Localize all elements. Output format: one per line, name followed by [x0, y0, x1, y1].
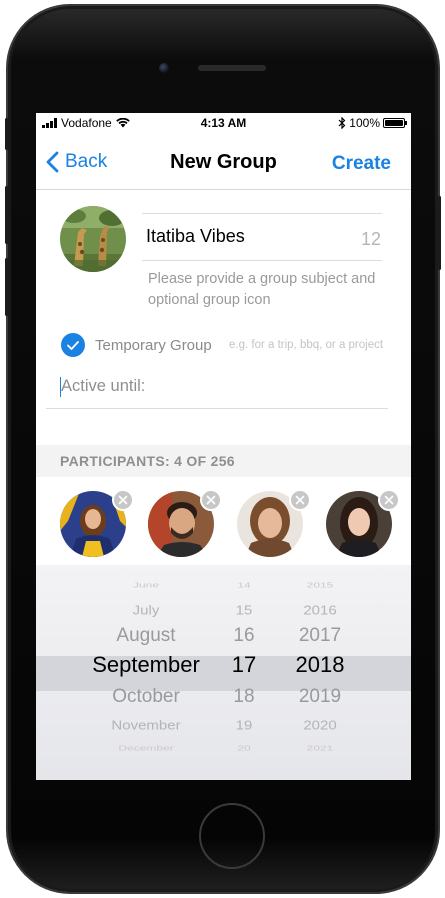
picker-option[interactable]: October — [66, 686, 226, 708]
temporary-group-checkbox[interactable] — [61, 333, 85, 357]
picker-option[interactable]: December — [66, 744, 226, 752]
temporary-group-hint: e.g. for a trip, bbq, or a project — [229, 339, 384, 351]
earpiece-speaker — [198, 65, 266, 71]
picker-option[interactable]: 19 — [224, 718, 264, 732]
create-button[interactable]: Create — [332, 153, 391, 175]
remove-participant-button[interactable] — [200, 489, 222, 511]
picker-option[interactable]: 2017 — [280, 625, 360, 647]
active-until-field[interactable]: Active until: — [61, 377, 145, 396]
participants-header: PARTICIPANTS: 4 OF 256 — [36, 445, 411, 477]
group-subject-input[interactable]: Itatiba Vibes — [146, 226, 245, 247]
picker-option[interactable]: 2019 — [280, 686, 360, 708]
volume-down-button — [5, 258, 8, 316]
picker-option[interactable]: 15 — [224, 603, 264, 617]
divider — [142, 260, 382, 261]
picker-option[interactable]: 17 — [224, 652, 264, 678]
picker-option[interactable]: 20 — [224, 744, 264, 752]
status-bar: Vodafone 4:13 AM 100% — [36, 113, 411, 133]
participant-item[interactable] — [60, 489, 134, 557]
picker-option[interactable]: 16 — [224, 625, 264, 647]
picker-option[interactable]: 2016 — [280, 603, 360, 617]
picker-option[interactable]: July — [66, 603, 226, 617]
remove-participant-button[interactable] — [378, 489, 400, 511]
participant-item[interactable] — [326, 489, 400, 557]
group-icon-button[interactable] — [60, 206, 126, 272]
front-camera — [159, 63, 169, 73]
participants-count: PARTICIPANTS: 4 OF 256 — [60, 453, 235, 469]
giraffe-photo-icon — [60, 206, 126, 272]
navigation-bar: Back New Group Create — [36, 133, 411, 190]
temporary-group-label: Temporary Group — [95, 337, 212, 354]
status-right: 100% — [338, 116, 407, 130]
day-column[interactable]: 14 15 16 17 18 19 20 — [224, 565, 264, 780]
close-icon — [118, 495, 128, 505]
picker-option[interactable]: 2015 — [280, 581, 360, 589]
home-button[interactable] — [199, 803, 265, 869]
picker-option[interactable]: 2021 — [280, 744, 360, 752]
date-picker[interactable]: June July August September October November De… — [36, 565, 411, 780]
battery-icon — [383, 118, 407, 128]
screen: Vodafone 4:13 AM 100% Back New Group Cre… — [36, 113, 411, 780]
close-icon — [384, 495, 394, 505]
bluetooth-icon — [338, 117, 346, 129]
group-subject-hint: Please provide a group subject and optio… — [148, 271, 376, 308]
picker-option[interactable]: 18 — [224, 686, 264, 708]
year-column[interactable]: 2015 2016 2017 2018 2019 2020 2021 — [280, 565, 360, 780]
volume-up-button — [5, 186, 8, 244]
picker-option[interactable]: 2018 — [280, 652, 360, 678]
battery-percent: 100% — [349, 116, 380, 130]
picker-option[interactable]: 2020 — [280, 718, 360, 732]
remove-participant-button[interactable] — [112, 489, 134, 511]
picker-option[interactable]: September — [66, 652, 226, 678]
picker-option[interactable]: June — [66, 581, 226, 589]
close-icon — [206, 495, 216, 505]
checkmark-icon — [67, 341, 79, 350]
picker-option[interactable]: 14 — [224, 581, 264, 589]
picker-option[interactable]: November — [66, 718, 226, 732]
power-button — [438, 196, 441, 270]
picker-option[interactable]: August — [66, 625, 226, 647]
participant-item[interactable] — [148, 489, 222, 557]
subject-char-count: 12 — [360, 229, 381, 249]
month-column[interactable]: June July August September October November De… — [66, 565, 226, 780]
remove-participant-button[interactable] — [289, 489, 311, 511]
divider — [142, 213, 382, 214]
mute-switch — [5, 118, 8, 150]
close-icon — [295, 495, 305, 505]
participant-item[interactable] — [237, 489, 311, 557]
divider — [46, 408, 388, 409]
